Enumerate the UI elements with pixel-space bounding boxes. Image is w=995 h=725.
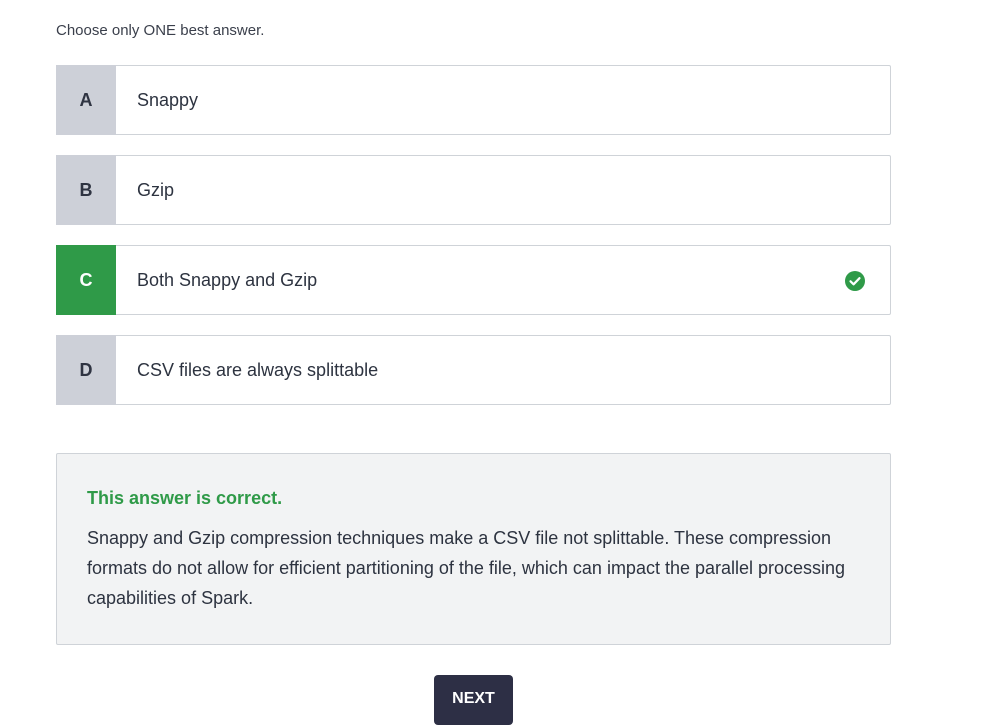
instruction-text: Choose only ONE best answer. xyxy=(56,22,265,39)
option-letter: C xyxy=(56,245,116,315)
check-circle-icon xyxy=(845,271,865,291)
option-text: Both Snappy and Gzip xyxy=(137,269,318,290)
option-d[interactable]: D CSV files are always splittable xyxy=(56,335,891,405)
option-c[interactable]: C Both Snappy and Gzip xyxy=(56,245,891,315)
option-letter: D xyxy=(56,335,116,405)
option-text: CSV files are always splittable xyxy=(137,359,379,380)
option-letter: B xyxy=(56,155,116,225)
option-text: Gzip xyxy=(137,179,175,200)
option-a[interactable]: A Snappy xyxy=(56,65,891,135)
option-letter: A xyxy=(56,65,116,135)
feedback-explanation: Snappy and Gzip compression techniques m… xyxy=(87,528,846,608)
option-b[interactable]: B Gzip xyxy=(56,155,891,225)
answer-options: A Snappy B Gzip C Both Snappy and Gzip D… xyxy=(56,65,891,425)
next-button[interactable]: NEXT xyxy=(434,675,513,725)
feedback-verdict: This answer is correct. xyxy=(87,488,283,508)
feedback-panel: This answer is correct. Snappy and Gzip … xyxy=(56,453,891,645)
option-text: Snappy xyxy=(137,89,199,110)
